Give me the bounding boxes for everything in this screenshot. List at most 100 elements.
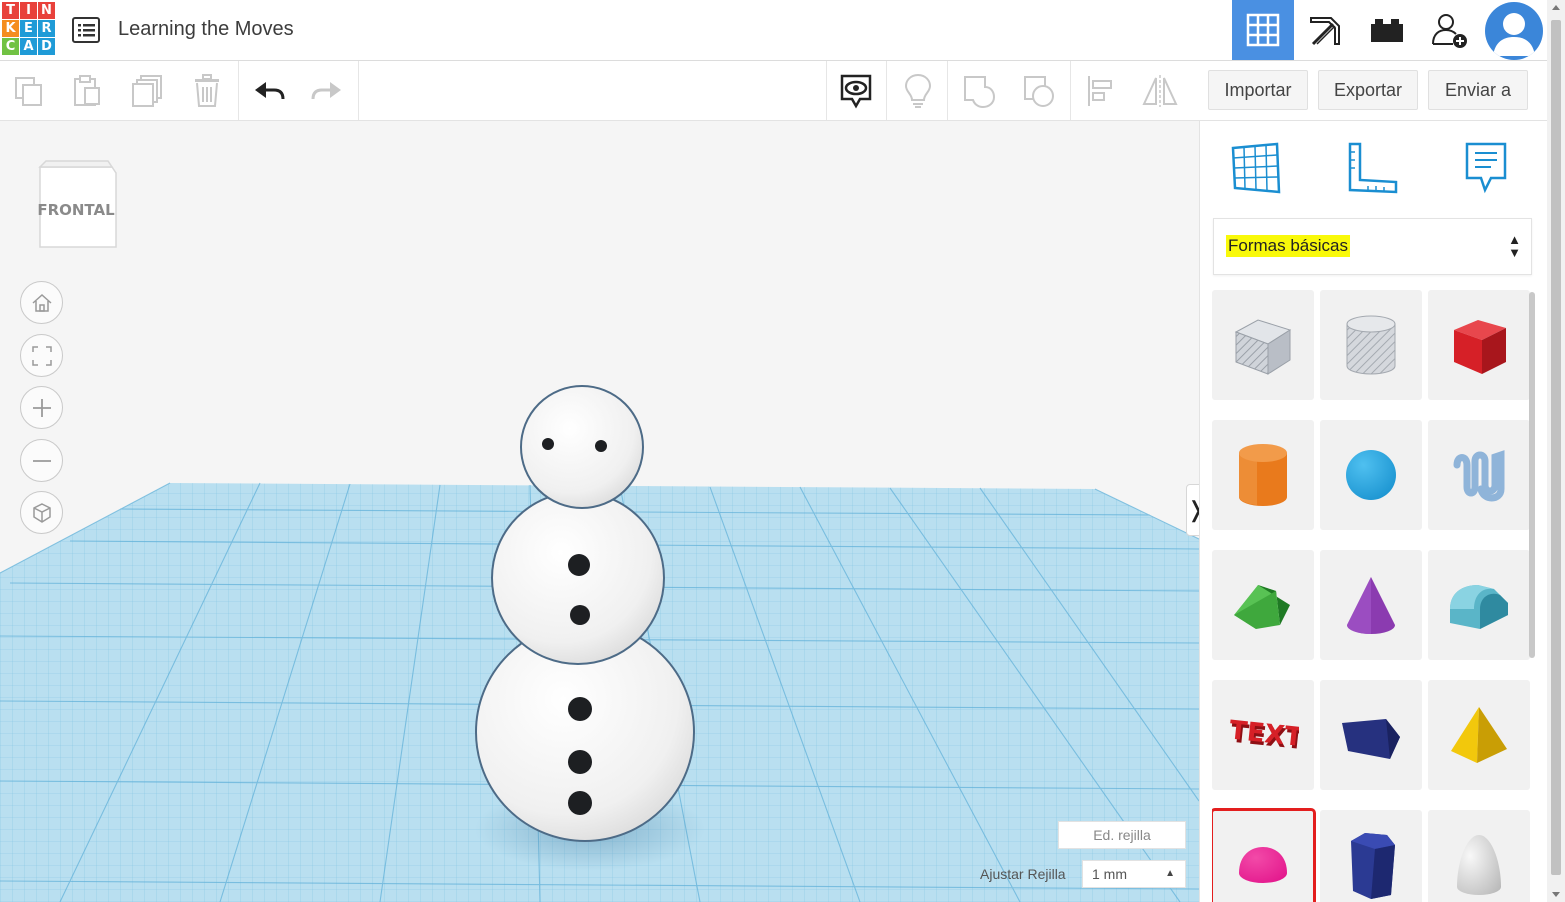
- panel-scrollbar[interactable]: [1529, 292, 1535, 658]
- cone-icon: [1341, 573, 1401, 637]
- tips-button[interactable]: [889, 61, 947, 120]
- shape-library-grid: TEXT TEXT: [1212, 290, 1530, 902]
- bricks-icon: [1371, 19, 1403, 42]
- shape-category-value: Formas básicas: [1226, 235, 1350, 257]
- shape-pyramid[interactable]: [1428, 680, 1530, 790]
- workplane-viewport[interactable]: FRONTAL ❭ Ed. rejilla Ajustar Rejilla 1 …: [0, 121, 1199, 902]
- scroll-down-arrow-icon[interactable]: [1552, 892, 1560, 897]
- perspective-button[interactable]: [20, 491, 63, 534]
- user-avatar[interactable]: [1485, 2, 1543, 60]
- fit-icon: [31, 345, 52, 366]
- scribble-icon: [1449, 445, 1509, 505]
- align-button[interactable]: [1071, 61, 1129, 120]
- paste-button[interactable]: [58, 61, 116, 120]
- notes-tool-button[interactable]: [1451, 135, 1521, 201]
- design-title[interactable]: Learning the Moves: [118, 18, 294, 41]
- shape-cone[interactable]: [1320, 550, 1422, 660]
- design-menu-button[interactable]: [71, 16, 101, 44]
- shape-text[interactable]: TEXT TEXT: [1212, 680, 1314, 790]
- ungroup-button[interactable]: [1010, 61, 1068, 120]
- ruler-icon: [1348, 142, 1398, 194]
- redo-button[interactable]: [298, 61, 356, 120]
- snowman-middle-sphere[interactable]: [491, 491, 665, 665]
- scrollbar-thumb[interactable]: [1551, 20, 1561, 875]
- edit-grid-button[interactable]: Ed. rejilla: [1058, 821, 1186, 849]
- shape-half-sphere[interactable]: [1212, 808, 1316, 902]
- snap-grid-value: 1 mm: [1092, 866, 1127, 882]
- collapse-panel-button[interactable]: ❭: [1186, 484, 1199, 536]
- shape-round-roof[interactable]: [1428, 550, 1530, 660]
- notes-visibility-icon: [840, 74, 872, 109]
- add-user-icon: [1432, 14, 1467, 48]
- shape-scribble[interactable]: [1428, 420, 1530, 530]
- pyramid-icon: [1447, 703, 1511, 767]
- undo-button[interactable]: [240, 61, 298, 120]
- view-cube[interactable]: FRONTAL: [32, 159, 120, 253]
- paraboloid-icon: [1451, 831, 1507, 899]
- group-button[interactable]: [950, 61, 1008, 120]
- mirror-icon: [1142, 74, 1178, 107]
- polygon-icon: [1341, 829, 1401, 901]
- 3d-design-view-button[interactable]: [1232, 0, 1294, 60]
- ungroup-icon: [1024, 75, 1054, 107]
- show-notes-button[interactable]: [827, 61, 885, 120]
- shape-polygon[interactable]: [1320, 810, 1422, 902]
- delete-button[interactable]: [178, 61, 236, 120]
- workplane-tool-button[interactable]: [1221, 135, 1291, 201]
- logo-tile: I: [20, 2, 37, 19]
- bricks-view-button[interactable]: [1356, 0, 1418, 60]
- minecraft-view-button[interactable]: [1294, 0, 1356, 60]
- snowman-head-sphere[interactable]: [520, 385, 644, 509]
- cylinder-hole-icon: [1341, 310, 1401, 380]
- send-to-button[interactable]: Enviar a: [1428, 70, 1528, 110]
- roof-icon: [1228, 575, 1298, 635]
- snap-grid-select[interactable]: 1 mm ▲: [1082, 860, 1186, 888]
- shape-box-hole[interactable]: [1212, 290, 1314, 400]
- snowman-button: [568, 697, 592, 721]
- scroll-up-arrow-icon[interactable]: [1552, 5, 1560, 10]
- zoom-in-icon: [32, 398, 51, 417]
- shape-paraboloid[interactable]: [1428, 810, 1530, 902]
- shape-cylinder[interactable]: [1212, 420, 1314, 530]
- shape-cylinder-hole[interactable]: [1320, 290, 1422, 400]
- text-icon: TEXT TEXT: [1227, 711, 1299, 759]
- ruler-tool-button[interactable]: [1337, 135, 1407, 201]
- shape-category-select[interactable]: Formas básicas ▲ ▼: [1213, 218, 1532, 275]
- top-bar: TIN KER CAD Learning the Moves: [0, 0, 1547, 61]
- page-scrollbar[interactable]: [1547, 0, 1565, 902]
- copy-icon: [15, 76, 42, 106]
- home-icon: [32, 293, 51, 312]
- logo-tile: E: [20, 20, 37, 37]
- copy-button[interactable]: [0, 61, 58, 120]
- box-icon: [1444, 310, 1514, 380]
- logo-tile: K: [2, 20, 19, 37]
- fit-view-button[interactable]: [20, 334, 63, 377]
- logo-tile: C: [2, 38, 19, 55]
- shape-sphere[interactable]: [1320, 420, 1422, 530]
- paste-icon: [74, 74, 100, 106]
- duplicate-button[interactable]: [118, 61, 176, 120]
- logo-tile: T: [2, 2, 19, 19]
- shape-box[interactable]: [1428, 290, 1530, 400]
- align-icon: [1088, 75, 1112, 106]
- 3d-grid-icon: [1246, 13, 1280, 47]
- snowman-button: [568, 554, 590, 576]
- tinkercad-logo[interactable]: TIN KER CAD: [2, 2, 55, 57]
- 3d-scene[interactable]: [0, 121, 1199, 902]
- sphere-icon: [1341, 445, 1401, 505]
- invite-user-button[interactable]: [1418, 0, 1480, 60]
- shape-roof[interactable]: [1212, 550, 1314, 660]
- undo-icon: [255, 81, 285, 99]
- workplane-icon: [1231, 142, 1281, 194]
- half-sphere-icon: [1235, 843, 1291, 887]
- mirror-button[interactable]: [1131, 61, 1189, 120]
- zoom-out-button[interactable]: [20, 439, 63, 482]
- home-view-button[interactable]: [20, 281, 63, 324]
- pickaxe-icon: [1310, 17, 1340, 46]
- import-button[interactable]: Importar: [1208, 70, 1308, 110]
- zoom-in-button[interactable]: [20, 386, 63, 429]
- shape-wedge[interactable]: [1320, 680, 1422, 790]
- round-roof-icon: [1444, 575, 1514, 635]
- export-button[interactable]: Exportar: [1318, 70, 1418, 110]
- notes-icon: [1465, 142, 1507, 194]
